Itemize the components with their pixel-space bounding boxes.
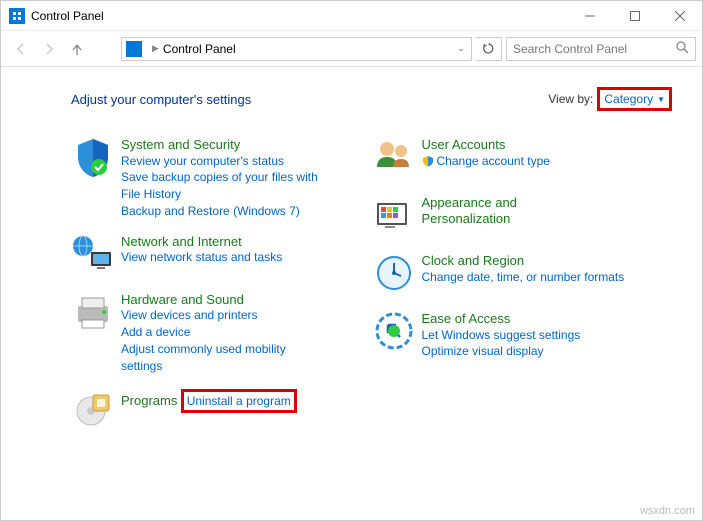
category-user-accounts: User Accounts Change account type <box>372 137 673 181</box>
category-title[interactable]: Programs <box>121 393 177 408</box>
category-title[interactable]: Clock and Region <box>422 253 525 268</box>
ease-of-access-icon <box>372 311 416 355</box>
category-title[interactable]: Appearance and Personalization <box>422 195 572 226</box>
refresh-button[interactable] <box>476 37 502 61</box>
category-link[interactable]: View network status and tasks <box>121 249 282 266</box>
maximize-button[interactable] <box>612 1 657 31</box>
category-appearance-personalization: Appearance and Personalization <box>372 195 673 239</box>
control-panel-icon <box>9 8 25 24</box>
category-system-security: System and Security Review your computer… <box>71 137 372 220</box>
category-title[interactable]: User Accounts <box>422 137 506 152</box>
address-bar[interactable]: ▶ Control Panel ⌄ <box>121 37 472 61</box>
uac-shield-icon <box>422 155 434 167</box>
chevron-down-icon: ▼ <box>657 95 665 104</box>
printer-icon <box>71 292 115 336</box>
page-title: Adjust your computer's settings <box>71 92 251 107</box>
category-hardware-sound: Hardware and Sound View devices and prin… <box>71 292 372 375</box>
category-title[interactable]: System and Security <box>121 137 240 152</box>
category-link[interactable]: Adjust commonly used mobility settings <box>121 341 321 375</box>
category-network-internet: Network and Internet View network status… <box>71 234 372 278</box>
search-icon <box>676 41 689 57</box>
address-dropdown-icon[interactable]: ⌄ <box>451 43 471 54</box>
forward-button[interactable] <box>35 35 63 63</box>
breadcrumb-separator-icon: ▶ <box>152 43 159 54</box>
search-placeholder: Search Control Panel <box>513 42 676 56</box>
uninstall-program-link[interactable]: Uninstall a program <box>187 394 291 408</box>
personalization-icon <box>372 195 416 239</box>
up-button[interactable] <box>63 35 91 63</box>
back-button[interactable] <box>7 35 35 63</box>
window-title: Control Panel <box>31 9 104 23</box>
uninstall-program-highlight: Uninstall a program <box>181 389 297 414</box>
network-icon <box>71 234 115 278</box>
category-link[interactable]: Let Windows suggest settings <box>422 327 581 344</box>
content-area: Adjust your computer's settings View by:… <box>1 67 702 457</box>
navbar: ▶ Control Panel ⌄ Search Control Panel <box>1 31 702 67</box>
category-programs: Programs Uninstall a program <box>71 389 372 433</box>
category-title[interactable]: Ease of Access <box>422 311 511 326</box>
users-icon <box>372 137 416 181</box>
viewby-dropdown[interactable]: Category ▼ <box>597 87 672 111</box>
category-title[interactable]: Network and Internet <box>121 234 242 249</box>
left-column: System and Security Review your computer… <box>71 137 372 447</box>
search-input[interactable]: Search Control Panel <box>506 37 696 61</box>
watermark: wsxdn.com <box>640 505 695 517</box>
clock-icon <box>372 253 416 297</box>
right-column: User Accounts Change account type Appear… <box>372 137 673 447</box>
category-link[interactable]: Add a device <box>121 324 321 341</box>
category-link[interactable]: Optimize visual display <box>422 343 581 360</box>
minimize-button[interactable] <box>567 1 612 31</box>
titlebar: Control Panel <box>1 1 702 31</box>
breadcrumb[interactable]: Control Panel <box>163 42 236 56</box>
control-panel-mini-icon <box>126 41 142 57</box>
category-link[interactable]: Backup and Restore (Windows 7) <box>121 203 321 220</box>
viewby-label: View by: <box>548 92 593 106</box>
category-link[interactable]: Change account type <box>437 153 550 170</box>
shield-icon <box>71 137 115 181</box>
category-link[interactable]: Save backup copies of your files with Fi… <box>121 169 321 203</box>
category-ease-of-access: Ease of Access Let Windows suggest setti… <box>372 311 673 360</box>
category-link[interactable]: Review your computer's status <box>121 153 321 170</box>
category-link[interactable]: Change date, time, or number formats <box>422 269 625 286</box>
category-link[interactable]: View devices and printers <box>121 307 321 324</box>
category-title[interactable]: Hardware and Sound <box>121 292 244 307</box>
close-button[interactable] <box>657 1 702 31</box>
programs-icon <box>71 389 115 433</box>
category-clock-region: Clock and Region Change date, time, or n… <box>372 253 673 297</box>
